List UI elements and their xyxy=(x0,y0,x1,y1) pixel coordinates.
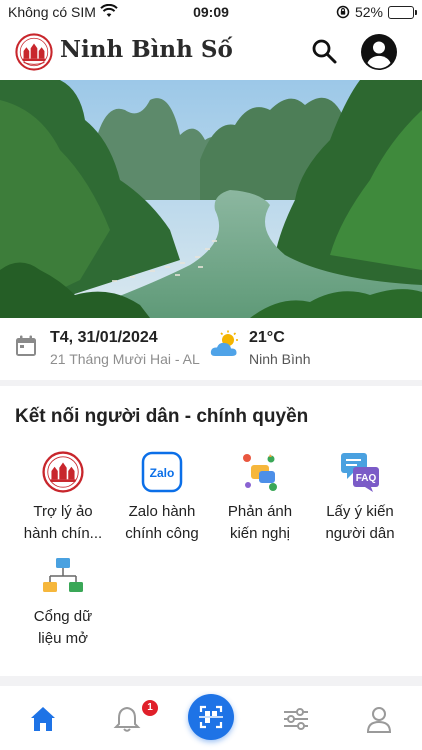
lunar-date: 21 Tháng Mười Hai - AL xyxy=(50,351,200,367)
section-heading: Kết nối người dân - chính quyền xyxy=(15,406,309,427)
tile-zalo-public-service[interactable]: Zalo Zalo hành chính công xyxy=(112,451,212,545)
tile-feedback[interactable]: Phản ánh kiến nghị xyxy=(210,451,310,545)
app-title: Ninh Bình Số xyxy=(60,36,233,63)
faq-icon: FAQ xyxy=(341,453,379,492)
settings-sliders-icon[interactable] xyxy=(281,704,311,734)
orientation-lock-icon xyxy=(336,5,350,19)
search-icon[interactable] xyxy=(310,37,338,65)
feedback-icon xyxy=(243,454,277,491)
tile-label: Zalo hành chính công xyxy=(125,503,199,542)
ninh-binh-emblem xyxy=(15,33,53,71)
scan-icon xyxy=(199,705,223,729)
app-header: Ninh Bình Số xyxy=(0,26,422,80)
home-icon[interactable] xyxy=(28,704,58,734)
profile-icon[interactable] xyxy=(364,704,394,734)
tile-label: Phản ánh kiến nghị xyxy=(227,503,293,542)
ninh-binh-emblem xyxy=(42,451,84,493)
tile-public-opinion[interactable]: FAQ Lấy ý kiến người dân xyxy=(310,451,410,545)
zalo-icon-text: Zalo xyxy=(150,466,175,480)
temperature: 21°C xyxy=(249,329,285,346)
citizen-connect-section: Kết nối người dân - chính quyền Trợ lý ả… xyxy=(0,386,422,676)
bell-icon[interactable] xyxy=(112,704,142,734)
zalo-icon: Zalo xyxy=(141,451,183,493)
date-weather-bar: T4, 31/01/2024 21 Tháng Mười Hai - AL 21… xyxy=(0,318,422,380)
scan-button[interactable] xyxy=(188,694,234,740)
open-data-icon xyxy=(43,558,83,592)
tile-label: Lấy ý kiến người dân xyxy=(325,503,395,542)
battery-icon xyxy=(388,5,417,19)
user-avatar-icon[interactable] xyxy=(360,33,398,71)
location-name: Ninh Bình xyxy=(249,351,311,367)
notification-badge: 1 xyxy=(142,700,158,716)
current-date: T4, 31/01/2024 xyxy=(50,329,158,346)
tile-open-data[interactable]: Cổng dữ liệu mở xyxy=(13,556,113,650)
partly-cloudy-icon xyxy=(210,330,238,356)
hero-landscape-image xyxy=(0,80,422,318)
battery-percent: 52% xyxy=(354,4,383,20)
tile-label: Trợ lý ảo hành chín... xyxy=(23,503,103,542)
calendar-icon xyxy=(16,335,36,356)
tile-label: Cổng dữ liệu mở xyxy=(33,608,93,647)
app-screen: Không có SIM 09:09 52% Ninh Bình Số T4, … xyxy=(0,0,422,750)
faq-icon-text: FAQ xyxy=(356,473,377,484)
status-bar: Không có SIM 09:09 52% xyxy=(0,0,422,26)
tile-virtual-assistant[interactable]: Trợ lý ảo hành chín... xyxy=(13,451,113,545)
bottom-navigation: 1 xyxy=(0,686,422,750)
